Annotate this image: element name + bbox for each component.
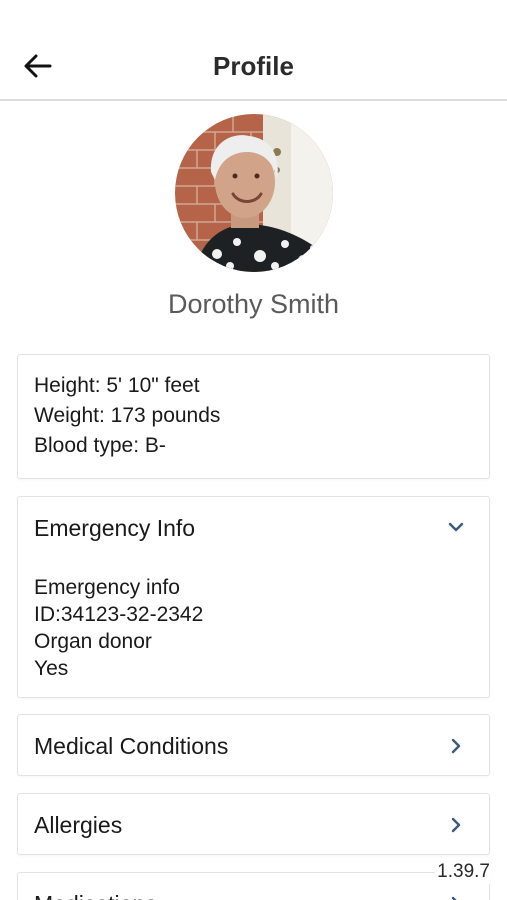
page-title: Profile — [213, 51, 294, 81]
profile-name: Dorothy Smith — [167, 289, 340, 319]
medical-conditions-row[interactable]: Medical Conditions — [17, 714, 490, 776]
chevron-right-icon — [445, 814, 467, 836]
allergies-row[interactable]: Allergies — [17, 793, 490, 855]
medications-row[interactable]: Medications — [17, 872, 490, 900]
user-photo — [175, 114, 333, 272]
organ-donor-value: Yes — [34, 657, 69, 680]
blood-type-text: Blood type: B- — [34, 434, 166, 457]
vitals-card: Height: 5' 10" feet Weight: 173 pounds B… — [17, 354, 490, 479]
emergency-info-body: Emergency info ID:34123-32-2342 Organ do… — [34, 574, 203, 682]
chevron-right-icon — [445, 735, 467, 757]
chevron-down-icon — [448, 522, 464, 532]
allergies-label: Allergies — [34, 812, 123, 838]
emergency-toggle[interactable] — [445, 516, 467, 538]
profile-screen: Profile Dorothy Smith Height: 5' 10" fee… — [0, 0, 507, 900]
avatar — [175, 114, 333, 272]
emergency-info-title: Emergency Info — [34, 515, 196, 541]
medical-conditions-label: Medical Conditions — [34, 733, 229, 759]
organ-donor-label: Organ donor — [34, 630, 152, 653]
app-version: 1.39.7 — [435, 860, 490, 884]
chevron-right-icon — [445, 893, 467, 900]
medications-label: Medications — [34, 889, 157, 900]
emergency-info-card[interactable]: Emergency Info Emergency info ID:34123-3… — [17, 496, 490, 698]
app-header: Profile — [0, 0, 507, 101]
emergency-info-line: Emergency info — [34, 576, 180, 599]
weight-text: Weight: 173 pounds — [34, 404, 221, 427]
height-text: Height: 5' 10" feet — [34, 374, 200, 397]
emergency-id-line: ID:34123-32-2342 — [34, 603, 204, 626]
